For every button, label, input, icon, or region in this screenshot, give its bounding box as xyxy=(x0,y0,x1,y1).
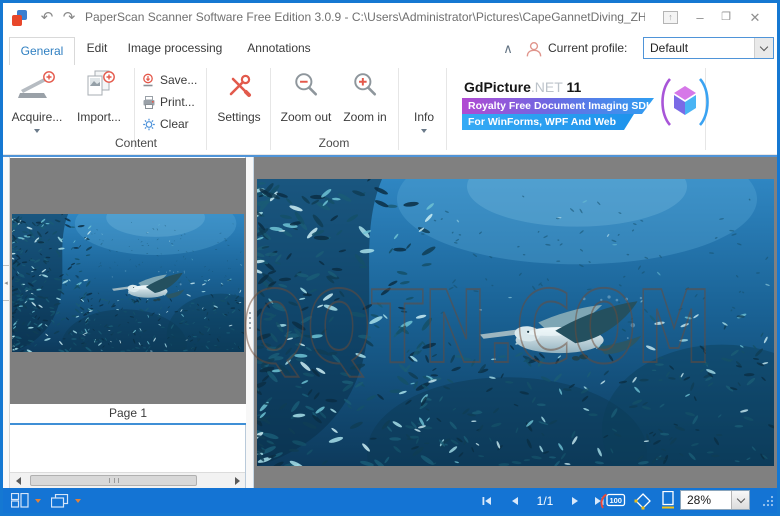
close-button[interactable]: ✕ xyxy=(743,3,767,32)
fit-page-button[interactable] xyxy=(631,488,655,513)
save-label: Save... xyxy=(160,70,197,91)
thumbnail-page-label: Page 1 xyxy=(10,404,246,423)
zoom-out-label: Zoom out xyxy=(276,110,336,124)
thumbnail-selection-line xyxy=(10,423,246,425)
import-label: Import... xyxy=(70,110,128,124)
acquire-dropdown-caret[interactable] xyxy=(34,129,40,133)
tools-icon xyxy=(225,87,253,104)
scroll-left-icon[interactable] xyxy=(10,473,26,488)
profile-select-value: Default xyxy=(650,38,688,58)
profile-select-arrow[interactable] xyxy=(754,38,773,58)
panel-collapse-handle[interactable]: ◂ xyxy=(3,265,9,301)
group-label-zoom: Zoom xyxy=(272,136,396,152)
save-button[interactable]: Save... xyxy=(140,70,202,91)
redo-button[interactable]: ↷ xyxy=(59,3,79,32)
zoom-in-icon xyxy=(352,85,378,102)
profile-person-icon xyxy=(526,41,542,62)
banner-version: 11 xyxy=(566,79,581,95)
resize-grip[interactable] xyxy=(761,488,775,513)
current-profile-label: Current profile: xyxy=(548,32,627,65)
banner-brand-suffix: .NET xyxy=(531,79,563,95)
clear-button[interactable]: Clear xyxy=(140,114,202,135)
ribbon-divider xyxy=(398,68,399,150)
minimize-button[interactable]: – xyxy=(689,3,711,32)
view-layout-button[interactable] xyxy=(9,488,31,513)
acquire-button[interactable]: Acquire... xyxy=(8,68,66,142)
view-layout-caret[interactable] xyxy=(33,488,43,513)
tab-annotations[interactable]: Annotations xyxy=(241,32,317,65)
gdpicture-cubes-logo xyxy=(658,75,712,134)
ribbon-divider xyxy=(446,68,447,150)
view-mode-button[interactable] xyxy=(49,488,71,513)
undo-button[interactable]: ↶ xyxy=(37,3,57,32)
scanner-icon xyxy=(18,89,56,106)
ribbon-tab-row: General Edit Image processing Annotation… xyxy=(3,32,777,65)
float-window-icon[interactable]: ↑ xyxy=(663,11,678,24)
page-indicator: 1/1 xyxy=(527,488,563,513)
group-label-content: Content xyxy=(8,136,264,152)
zoom-level-value: 28% xyxy=(687,491,711,509)
scroll-right-icon[interactable] xyxy=(229,473,245,488)
next-page-button[interactable] xyxy=(565,488,585,513)
maximize-button[interactable]: ❐ xyxy=(715,3,737,32)
zoom-in-label: Zoom in xyxy=(338,110,392,124)
zoom-level-arrow[interactable] xyxy=(731,491,749,509)
info-dropdown-caret[interactable] xyxy=(421,129,427,133)
clear-gear-icon xyxy=(142,117,156,137)
scrollbar-thumb[interactable] xyxy=(30,475,197,486)
fit-width-button[interactable] xyxy=(657,488,679,513)
zoom-100-button[interactable]: 100 xyxy=(597,488,629,513)
title-bar[interactable]: ↶ ↷ PaperScan Scanner Software Free Edit… xyxy=(3,3,777,32)
thumbnail-hscrollbar[interactable] xyxy=(10,472,245,488)
tab-edit[interactable]: Edit xyxy=(79,32,115,65)
import-document-icon xyxy=(83,88,115,105)
save-icon xyxy=(142,73,156,93)
status-bar: 1/1 100 xyxy=(3,488,777,513)
gdpicture-banner[interactable]: GdPicture.NET 11 Royalty Free Document I… xyxy=(458,65,758,153)
tab-image-processing[interactable]: Image processing xyxy=(125,32,225,65)
zoom-out-button[interactable]: Zoom out xyxy=(276,68,336,142)
tab-general[interactable]: General xyxy=(9,37,75,65)
banner-brand: GdPicture xyxy=(464,79,531,95)
clear-label: Clear xyxy=(160,114,189,135)
zoom-out-icon xyxy=(293,85,319,102)
banner-line2: For WinForms, WPF And Web xyxy=(462,114,634,130)
window-title: PaperScan Scanner Software Free Edition … xyxy=(85,3,645,32)
panel-splitter[interactable] xyxy=(246,157,254,488)
ribbon-divider xyxy=(270,68,271,150)
info-label: Info xyxy=(404,110,444,124)
zoom-level-select[interactable]: 28% xyxy=(680,490,750,510)
zoom-in-button[interactable]: Zoom in xyxy=(338,68,392,142)
first-page-button[interactable] xyxy=(477,488,497,513)
banner-line1: Royalty Free Document Imaging SDK xyxy=(462,98,654,114)
print-label: Print... xyxy=(160,92,195,113)
viewer-image[interactable] xyxy=(257,179,774,466)
thumbnail-image[interactable] xyxy=(12,214,244,352)
previous-page-button[interactable] xyxy=(505,488,525,513)
paperscan-window: ↶ ↷ PaperScan Scanner Software Free Edit… xyxy=(0,0,780,516)
settings-label: Settings xyxy=(212,110,266,124)
panel-collapse-strip[interactable]: ◂ xyxy=(3,157,10,488)
banner-title: GdPicture.NET 11 xyxy=(464,79,581,95)
printer-icon xyxy=(142,95,156,115)
app-logo-icon xyxy=(12,10,28,26)
splitter-grip xyxy=(249,312,251,332)
view-mode-caret[interactable] xyxy=(73,488,83,513)
info-button[interactable]: Info xyxy=(404,68,444,142)
profile-select[interactable]: Default xyxy=(643,37,774,59)
zoom-100-badge: 100 xyxy=(609,496,622,505)
settings-button[interactable]: Settings xyxy=(212,68,266,142)
collapse-ribbon-icon[interactable]: ∧ xyxy=(498,32,518,65)
import-button[interactable]: Import... xyxy=(70,68,128,142)
acquire-label: Acquire... xyxy=(8,110,66,124)
print-button[interactable]: Print... xyxy=(140,92,202,113)
